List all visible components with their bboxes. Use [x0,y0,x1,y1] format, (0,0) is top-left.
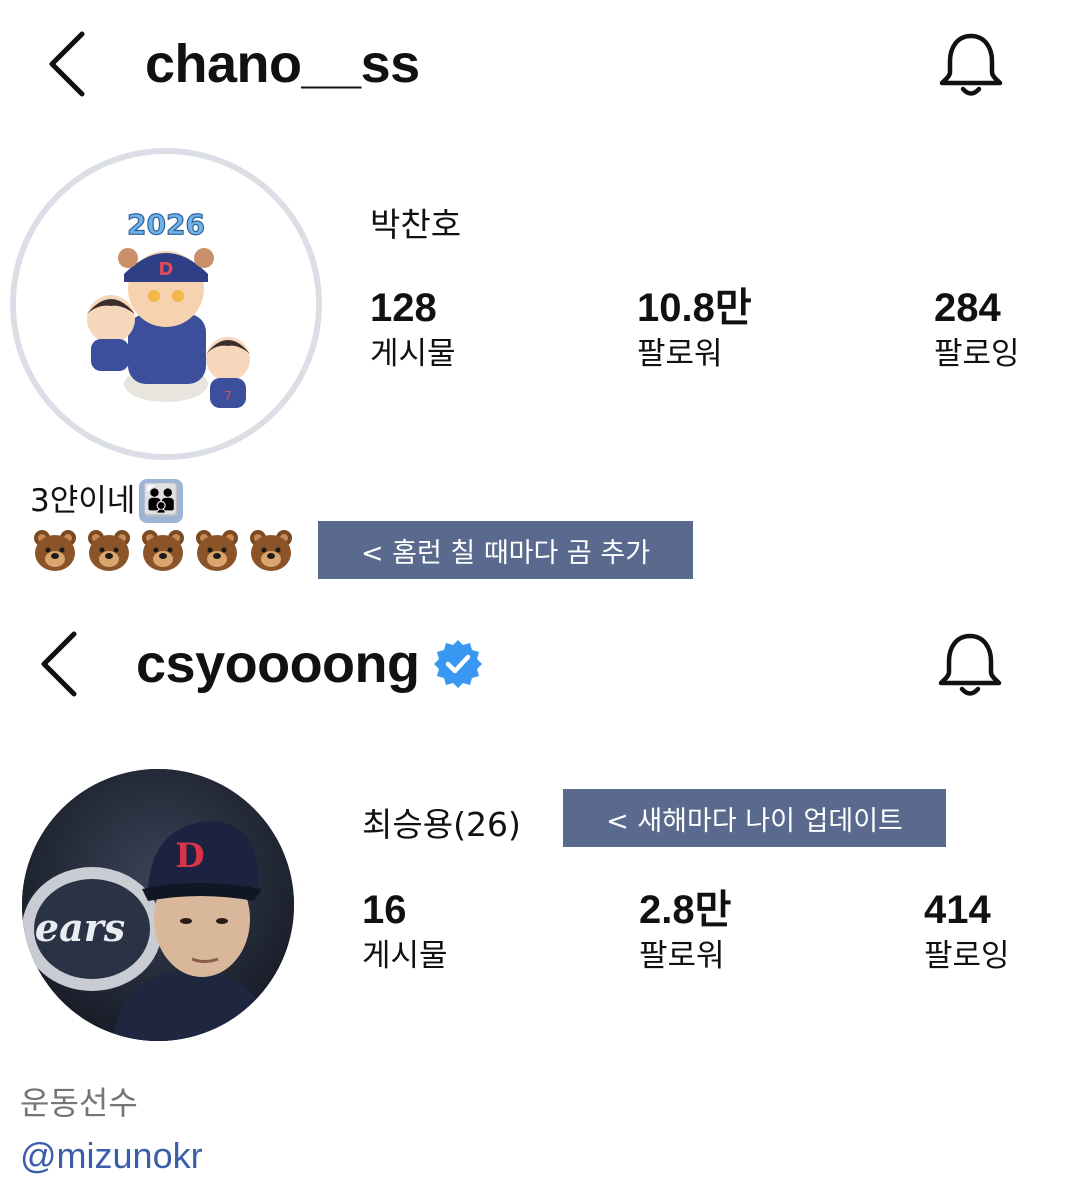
stat-posts-count: 16 [362,888,407,932]
profile-avatar[interactable]: ears D [22,769,294,1041]
stat-posts-label: 게시물 [362,938,448,974]
stat-followers-label: 팔로워 [639,938,725,974]
svg-text:ears: ears [35,905,125,950]
profile-username: csyoooong [136,634,420,694]
verified-badge-icon [432,638,484,690]
stat-followers[interactable]: 10.8만 팔로워 [637,284,752,376]
profile-category: 운동선수 [20,1084,138,1122]
profile-link[interactable]: @mizunokr [20,1132,203,1180]
avatar-badge-text: 2026 [127,208,205,241]
bear-emoji-row [32,528,294,572]
bear-face-icon [196,530,238,571]
stat-posts[interactable]: 128 게시물 [370,284,456,376]
profile-display-name: 최승용(26) [362,805,521,844]
avatar-photo: ears D [22,769,294,1041]
profile-avatar[interactable]: 2026 D 7 [10,148,322,460]
stat-following[interactable]: 284 팔로잉 [934,284,1020,376]
stat-posts-count: 128 [370,286,437,330]
stat-followers-count: 2.8만 [639,888,732,932]
stat-posts-label: 게시물 [370,336,456,372]
bio-text: 3얀이네 [30,483,136,519]
avatar-illustration: 2026 D 7 [16,154,316,454]
stat-following-label: 팔로잉 [924,938,1010,974]
stat-following-count: 284 [934,286,1001,330]
stat-followers-count: 10.8만 [637,286,752,330]
stat-followers-label: 팔로워 [637,336,723,372]
stat-following-count: 414 [924,888,991,932]
bear-face-icon [142,530,184,571]
profile-username-row: csyoooong [136,632,484,696]
family-emoji-icon: 👪 [139,479,184,523]
back-chevron-icon[interactable] [36,630,80,698]
bear-face-icon [88,530,130,571]
profile-bio-line: 3얀이네 👪 [30,478,184,524]
bear-face-icon [250,530,292,571]
bell-icon[interactable] [934,628,1006,700]
stat-posts[interactable]: 16 게시물 [362,886,448,978]
annotation-caption: < 새해마다 나이 업데이트 [563,789,946,847]
annotation-caption: < 홈런 칠 때마다 곰 추가 [318,521,693,579]
svg-text:7: 7 [224,389,232,403]
profile-display-name: 박찬호 [370,205,462,244]
back-chevron-icon[interactable] [44,30,88,98]
profile-username: chano__ss [145,34,420,94]
bell-icon[interactable] [935,28,1007,100]
stat-followers[interactable]: 2.8만 팔로워 [639,886,731,978]
stat-following[interactable]: 414 팔로잉 [924,886,1010,978]
stat-following-label: 팔로잉 [934,336,1020,372]
svg-text:D: D [159,259,174,280]
bear-face-icon [34,530,76,571]
svg-text:D: D [175,836,204,876]
